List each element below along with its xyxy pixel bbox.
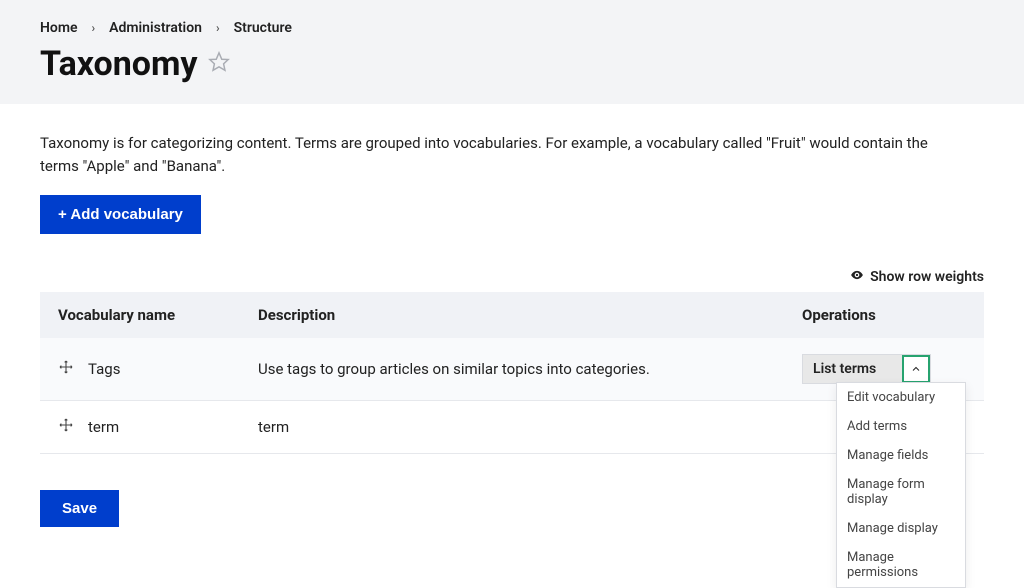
menu-item-edit-vocabulary[interactable]: Edit vocabulary [837, 383, 965, 412]
vocabularies-table: Vocabulary name Description Operations T… [40, 292, 984, 454]
drag-handle-icon[interactable] [58, 417, 74, 437]
title-row: Taxonomy [40, 44, 984, 84]
menu-item-manage-form-display[interactable]: Manage form display [837, 470, 965, 514]
table-row: Tags Use tags to group articles on simil… [40, 338, 984, 401]
menu-item-add-terms[interactable]: Add terms [837, 412, 965, 441]
star-icon[interactable] [208, 51, 230, 77]
chevron-right-icon: › [216, 21, 220, 35]
breadcrumb-structure[interactable]: Structure [234, 20, 292, 36]
eye-icon [850, 268, 864, 286]
menu-item-manage-permissions[interactable]: Manage permissions [837, 543, 965, 587]
add-vocabulary-button[interactable]: + Add vocabulary [40, 195, 201, 234]
col-operations: Operations [784, 292, 984, 338]
chevron-up-icon[interactable] [902, 355, 930, 383]
breadcrumb-administration[interactable]: Administration [109, 20, 202, 36]
menu-item-manage-display[interactable]: Manage display [837, 514, 965, 543]
vocab-description: term [240, 401, 784, 454]
vocab-name: Tags [88, 360, 120, 378]
page-title: Taxonomy [40, 44, 198, 84]
chevron-right-icon: › [92, 21, 96, 35]
dropbutton-label[interactable]: List terms [803, 355, 902, 383]
content-region: Taxonomy is for categorizing content. Te… [0, 104, 1024, 557]
operations-dropbutton[interactable]: List terms [802, 354, 931, 384]
vocab-description: Use tags to group articles on similar to… [240, 338, 784, 401]
show-row-weights-label: Show row weights [870, 269, 984, 285]
breadcrumb: Home › Administration › Structure [40, 20, 984, 36]
menu-item-manage-fields[interactable]: Manage fields [837, 441, 965, 470]
drag-handle-icon[interactable] [58, 359, 74, 379]
col-description: Description [240, 292, 784, 338]
intro-text: Taxonomy is for categorizing content. Te… [40, 132, 960, 177]
show-row-weights-link[interactable]: Show row weights [40, 268, 984, 286]
vocab-name: term [88, 418, 119, 436]
col-name: Vocabulary name [40, 292, 240, 338]
save-button[interactable]: Save [40, 490, 119, 527]
header-region: Home › Administration › Structure Taxono… [0, 0, 1024, 104]
breadcrumb-home[interactable]: Home [40, 20, 78, 36]
operations-menu: Edit vocabulary Add terms Manage fields … [836, 382, 966, 588]
